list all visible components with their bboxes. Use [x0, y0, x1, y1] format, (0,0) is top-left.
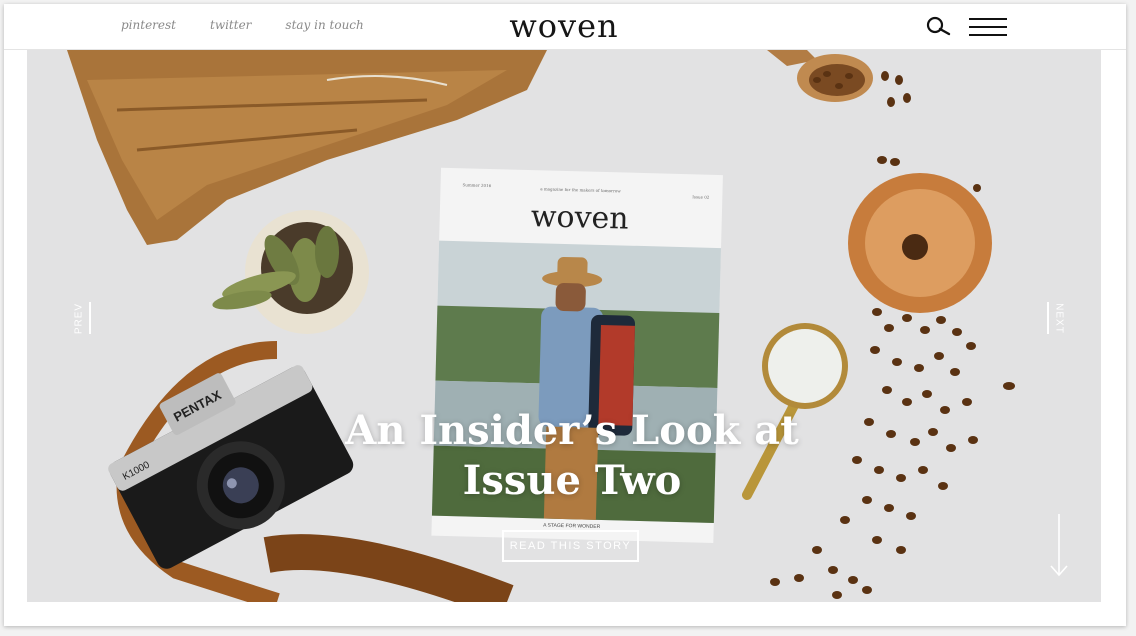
magazine-title: woven [530, 199, 629, 237]
next-slide-button[interactable]: NEXT [1047, 302, 1075, 334]
site-logo[interactable]: woven [504, 6, 624, 46]
magazine-issue-left: Summer 2016 [463, 182, 492, 188]
wooden-bowl [848, 173, 992, 313]
next-bar [1047, 302, 1049, 334]
page-frame: pinterest twitter stay in touch woven PE… [4, 4, 1126, 626]
social-nav: pinterest twitter stay in touch [121, 18, 364, 32]
hero-slide: PENTAX K1000 woven a magazine for the ma… [27, 50, 1101, 602]
stay-in-touch-link[interactable]: stay in touch [285, 18, 363, 32]
prev-bar [89, 302, 91, 334]
site-header: pinterest twitter stay in touch woven [4, 4, 1126, 50]
cactus-pot [212, 210, 369, 334]
read-this-story-button[interactable]: READ THIS STORY [502, 530, 639, 562]
scroll-down-arrow-icon[interactable] [1049, 514, 1069, 578]
hero-photo: PENTAX K1000 woven a magazine for the ma… [67, 50, 1015, 602]
pinterest-link[interactable]: pinterest [121, 18, 176, 32]
search-icon[interactable] [925, 15, 951, 37]
hero-headline-line1: An Insider’s Look at [345, 407, 799, 454]
next-label: NEXT [1053, 302, 1065, 334]
twitter-link[interactable]: twitter [210, 18, 251, 32]
coffee-scoop [767, 50, 873, 102]
menu-icon[interactable] [969, 17, 1007, 37]
prev-slide-button[interactable]: PREV [63, 302, 91, 334]
magazine-issue-right: Issue 02 [692, 194, 710, 199]
hero-headline-line2: Issue Two [462, 457, 682, 504]
hero-headline: An Insider’s Look at Issue Two [327, 406, 817, 506]
prev-label: PREV [73, 302, 85, 334]
